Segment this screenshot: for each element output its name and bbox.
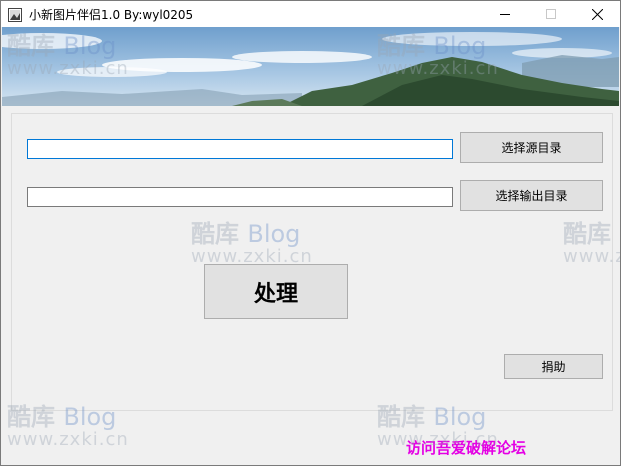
title-bar[interactable]: 小新图片伴侣1.0 By:wyl0205 [1,1,620,27]
maximize-icon [546,9,556,19]
banner-image [2,27,619,106]
output-dir-input[interactable] [27,187,453,207]
watermark-url: www.zxki.cn [7,429,129,450]
app-window: 小新图片伴侣1.0 By:wyl0205 选择源目录 选择输出目录 处理 捐助 … [0,0,621,466]
watermark-blog: Blog [619,221,620,248]
source-dir-input[interactable] [27,139,453,159]
window-title: 小新图片伴侣1.0 By:wyl0205 [29,8,194,22]
process-button[interactable]: 处理 [204,264,348,319]
minimize-icon [500,14,510,15]
select-source-button[interactable]: 选择源目录 [460,132,603,163]
close-button[interactable] [574,1,620,27]
minimize-button[interactable] [482,1,528,27]
app-icon [8,7,22,22]
visit-forum-link[interactable]: 访问吾爱破解论坛 [406,437,526,458]
donate-button[interactable]: 捐助 [504,354,603,379]
select-output-button[interactable]: 选择输出目录 [460,180,603,211]
close-icon [591,8,603,20]
maximize-button[interactable] [528,1,574,27]
